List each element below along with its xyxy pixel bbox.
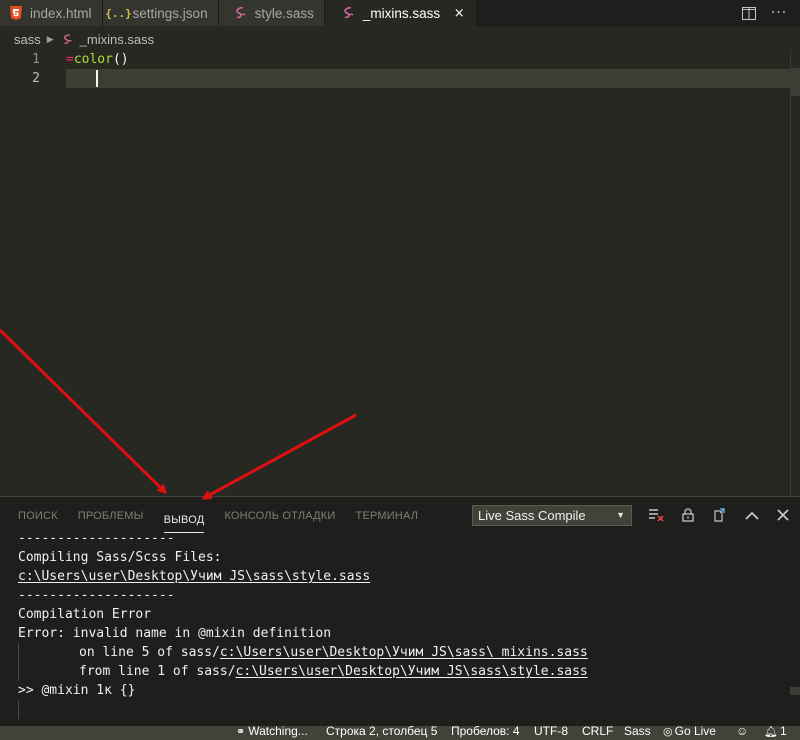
code-line: 1 =color() — [0, 50, 790, 69]
feedback-smiley-icon[interactable]: ☺ — [736, 726, 748, 740]
code-editor[interactable]: 1 =color() 2 — [0, 50, 790, 496]
tab-label: settings.json — [132, 5, 208, 21]
close-panel-icon[interactable] — [774, 506, 792, 524]
sass-icon — [341, 5, 357, 21]
bell-icon: 🔔︎ — [764, 726, 778, 738]
tab-terminal[interactable]: ТЕРМИНАЛ — [356, 497, 419, 533]
broadcast-icon: ◎ — [663, 726, 673, 738]
editor-tab-bar: index.html {..} settings.json style.sass… — [0, 0, 800, 26]
tab-mixins-sass[interactable]: _mixins.sass × — [324, 0, 478, 26]
html5-icon — [8, 5, 24, 21]
line-number: 2 — [32, 71, 40, 86]
editor-scroll-thumb[interactable] — [790, 68, 800, 96]
line-number: 1 — [32, 52, 40, 67]
editor-actions: ··· — [740, 0, 800, 26]
mixin-name: color — [73, 52, 113, 67]
output-file-link[interactable]: c:\Users\user\Desktop\Учим JS\sass\_mixi… — [220, 645, 588, 660]
notifications[interactable]: 🔔︎ 1 — [764, 726, 787, 740]
tab-problems[interactable]: ПРОБЛЕМЫ — [78, 497, 144, 533]
tab-settings-json[interactable]: {..} settings.json — [102, 0, 219, 26]
output-file-link[interactable]: c:\Users\user\Desktop\Учим JS\sass\style… — [18, 567, 370, 586]
maximize-panel-icon[interactable] — [743, 506, 761, 524]
go-live-button[interactable]: ◎ Go Live — [663, 726, 716, 740]
output-line: Compilation Error — [18, 607, 152, 622]
code-text: =color() — [66, 50, 129, 69]
breadcrumb-file[interactable]: _mixins.sass — [80, 32, 154, 47]
open-log-file-icon[interactable] — [710, 506, 728, 524]
output-line: on line 5 of sass/c:\Users\user\Desktop\… — [18, 643, 588, 662]
indentation-status[interactable]: Пробелов: 4 — [451, 726, 520, 740]
language-mode[interactable]: Sass — [624, 726, 651, 740]
tab-label: _mixins.sass — [362, 5, 441, 21]
tab-search[interactable]: ПОИСК — [18, 497, 58, 533]
chevron-down-icon: ▼ — [616, 510, 625, 520]
chevron-right-icon: ▶ — [46, 33, 54, 44]
output-line: from line 1 of sass/c:\Users\user\Deskto… — [18, 662, 588, 681]
breadcrumb-folder[interactable]: sass — [14, 32, 41, 47]
close-tab-icon[interactable]: × — [452, 6, 466, 21]
split-editor-icon[interactable] — [740, 4, 758, 22]
json-braces-icon: {..} — [105, 6, 132, 20]
editor-scrollbar[interactable] — [790, 50, 800, 496]
indent-guide — [18, 700, 19, 719]
output-line: Compiling Sass/Scss Files: — [18, 550, 222, 565]
current-line-highlight — [66, 69, 790, 88]
output-text: on line 5 of sass/ — [79, 645, 220, 660]
tab-style-sass[interactable]: style.sass — [218, 0, 325, 26]
status-bar: ⚭ Watching... Строка 2, столбец 5 Пробело… — [0, 726, 800, 740]
tab-debug-console[interactable]: КОНСОЛЬ ОТЛАДКИ — [224, 497, 335, 533]
mixin-operator: = — [66, 52, 74, 67]
text-cursor — [96, 70, 98, 87]
tab-label: style.sass — [254, 5, 314, 21]
mixin-parens: () — [112, 52, 129, 67]
output-channel-value: Live Sass Compile — [478, 508, 586, 523]
eol-status[interactable]: CRLF — [582, 726, 613, 740]
output-line: >> @mixin 1к {} — [18, 683, 136, 698]
panel-scroll-thumb[interactable] — [790, 687, 800, 695]
tab-index-html[interactable]: index.html — [0, 0, 103, 26]
output-channel-select[interactable]: Live Sass Compile ▼ — [472, 505, 632, 526]
clear-output-icon[interactable] — [647, 506, 665, 524]
code-line-current: 2 — [0, 69, 790, 88]
output-text: from line 1 of sass/ — [79, 664, 236, 679]
output-line: -------------------- — [18, 588, 175, 603]
output-line: Error: invalid name in @mixin definition — [18, 626, 332, 641]
encoding-status[interactable]: UTF-8 — [534, 726, 568, 740]
bottom-panel: ПОИСК ПРОБЛЕМЫ ВЫВОД КОНСОЛЬ ОТЛАДКИ ТЕР… — [0, 496, 800, 726]
more-actions-icon[interactable]: ··· — [770, 4, 788, 22]
eye-icon: ⚭ — [236, 726, 246, 738]
lock-icon[interactable] — [679, 506, 697, 524]
output-log[interactable]: -------------------- Compiling Sass/Scss… — [0, 531, 790, 727]
sass-icon — [233, 5, 249, 21]
breadcrumb: sass ▶ _mixins.sass — [0, 26, 800, 52]
output-line: -------------------- — [18, 531, 175, 546]
watching-status[interactable]: ⚭ Watching... — [236, 726, 308, 740]
tab-label: index.html — [30, 5, 92, 21]
sass-icon — [62, 33, 74, 46]
output-file-link[interactable]: c:\Users\user\Desktop\Учим JS\sass\style… — [236, 664, 588, 679]
cursor-position[interactable]: Строка 2, столбец 5 — [326, 726, 437, 740]
